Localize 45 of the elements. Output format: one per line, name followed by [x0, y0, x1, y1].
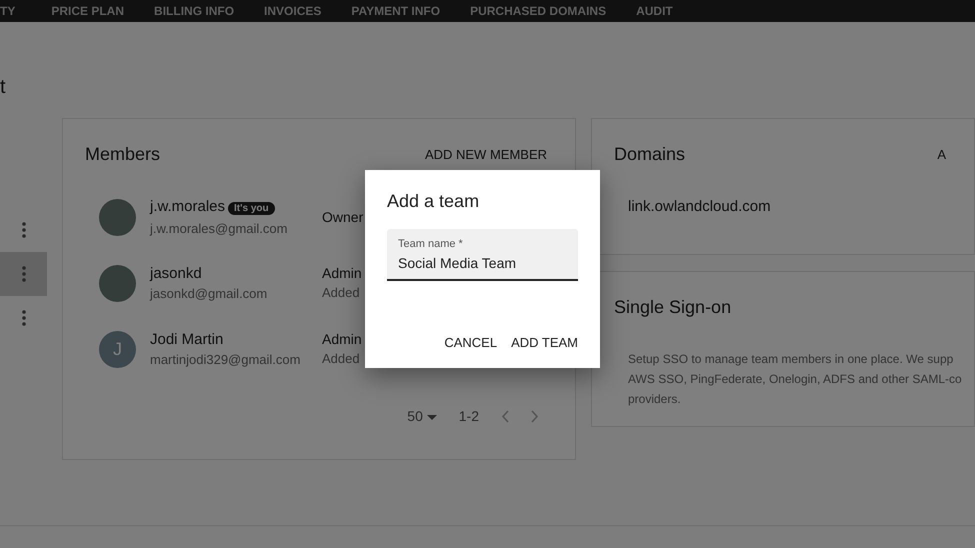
page-title: t [0, 76, 6, 98]
you-badge: It's you [228, 202, 275, 214]
member-role: Owner [322, 208, 364, 227]
added-date: Added [322, 284, 361, 302]
member-role: Admin [322, 330, 362, 349]
dialog-title: Add a team [387, 190, 480, 213]
caret-icon [426, 414, 437, 420]
sso-description: Setup SSO to manage team members in one place. We supp AWS SSO, PingFederate, Onelogin, ADFS and other SAML-co providers. [628, 351, 962, 408]
add-team-button[interactable]: ADD TEAM [511, 330, 578, 354]
previous-page-icon[interactable] [501, 410, 509, 423]
nav-tab[interactable]: TY [0, 2, 16, 20]
photo-placeholder [99, 198, 136, 236]
card-title: Domains [614, 143, 686, 166]
more-vertical-icon [22, 266, 26, 282]
added-date: Added [322, 350, 361, 368]
page-size-select[interactable]: 50 [407, 406, 437, 427]
nav-tab[interactable]: PURCHASED DOMAINS [470, 2, 606, 20]
photo-placeholder [99, 264, 136, 302]
nav-tab[interactable]: PAYMENT INFO [351, 2, 440, 20]
card-title: Single Sign-on [614, 296, 732, 319]
nav-tab[interactable]: INVOICES [264, 2, 322, 20]
nav-tab[interactable]: AUDIT [636, 2, 673, 20]
field-label: Team name * [398, 237, 464, 252]
more-vertical-icon [22, 310, 26, 326]
add-member-button[interactable]: ADD NEW MEMBER [418, 142, 553, 166]
nav-tab[interactable]: PRICE PLAN [51, 2, 124, 20]
team-name-input[interactable]: Social Media Team [398, 252, 567, 274]
page-range: 1-2 [458, 407, 479, 426]
member-email: martinjodi329@gmail.com [150, 350, 302, 369]
member-role: Admin [322, 264, 362, 283]
member-email: jasonkd@gmail.com [150, 284, 268, 303]
card-title: Members [85, 143, 160, 166]
member-name: Jodi Martin [150, 330, 224, 348]
next-page-icon[interactable] [531, 410, 539, 423]
team-name-field[interactable]: Team name * Social Media Team [387, 229, 578, 280]
more-vertical-icon [22, 222, 26, 238]
sidebar-item[interactable] [0, 252, 47, 296]
cancel-button[interactable]: CANCEL [444, 330, 498, 354]
avatar: J [99, 330, 136, 368]
member-name: jasonkd [150, 264, 202, 282]
member-email: j.w.morales@gmail.com [150, 220, 288, 238]
domain-name: link.owlandcloud.com [628, 197, 772, 217]
add-domain-button[interactable]: A [931, 142, 952, 166]
nav-tab[interactable]: BILLING INFO [154, 2, 234, 20]
member-name: j.w.morales [150, 198, 226, 214]
